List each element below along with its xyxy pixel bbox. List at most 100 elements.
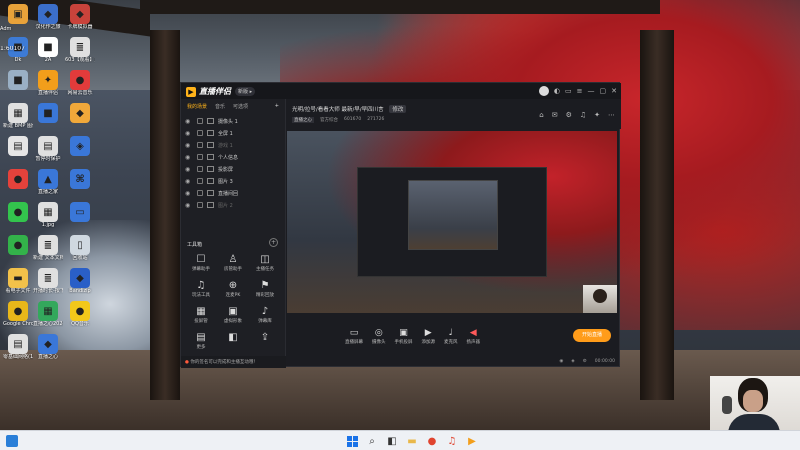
- desktop-icon[interactable]: ◆ 直播之心: [33, 334, 63, 360]
- visibility-eye-icon[interactable]: ◉: [185, 202, 193, 209]
- desktop-icon[interactable]: ◆ Bandizip: [65, 268, 95, 294]
- desktop-icon[interactable]: ▬ 看电子文件: [3, 268, 33, 294]
- start-live-button[interactable]: 开始直播: [573, 329, 611, 342]
- desktop-icon[interactable]: ◆ 汉化作之旅: [33, 4, 63, 30]
- desktop-icon[interactable]: ▦直播之心2024价格表.xls: [33, 301, 63, 327]
- lock-checkbox[interactable]: [197, 130, 203, 136]
- source-button[interactable]: ▭ 直播屏幕: [345, 328, 363, 345]
- desktop-icon[interactable]: ◆: [65, 103, 95, 123]
- lock-checkbox[interactable]: [197, 178, 203, 184]
- minimize-panel-icon[interactable]: ▭: [565, 87, 572, 95]
- stream-preview[interactable]: [287, 131, 617, 313]
- live-companion-window[interactable]: ▶ 直播伴侣 新版 ▸ ◐ ▭ ≡ — ▢ ✕ 我的场景 音乐 可选项 + ◉ 摄…: [180, 82, 621, 368]
- lock-checkbox[interactable]: [197, 118, 203, 124]
- message-icon[interactable]: ✉: [552, 111, 558, 119]
- room-edit-button[interactable]: 修改: [389, 105, 407, 113]
- lock-checkbox[interactable]: [197, 166, 203, 172]
- source-button[interactable]: ◎ 摄像头: [372, 328, 386, 345]
- preview-camera-source[interactable]: [583, 285, 617, 313]
- toolbox-item[interactable]: ▣ 虚拟形象: [217, 306, 249, 324]
- desktop-icon[interactable]: ● 网易云音乐: [65, 70, 95, 96]
- source-button[interactable]: ▣ 手机投屏: [395, 328, 413, 345]
- tab-options[interactable]: 可选项: [233, 103, 248, 110]
- toolbox-add-button[interactable]: +: [269, 238, 278, 247]
- minimize-icon[interactable]: —: [588, 87, 595, 95]
- taskview-icon[interactable]: ◧: [385, 434, 399, 448]
- visibility-eye-icon[interactable]: ◉: [185, 130, 193, 137]
- close-icon[interactable]: ✕: [611, 87, 617, 95]
- desktop-icon[interactable]: ◈: [65, 136, 95, 156]
- toolbox-item[interactable]: ◫ 主播任务: [249, 254, 281, 272]
- toolbox-item[interactable]: ⚑ 精彩回放: [249, 280, 281, 298]
- version-badge[interactable]: 新版 ▸: [235, 87, 256, 96]
- desktop-icon[interactable]: ●: [3, 202, 33, 222]
- desktop-icon[interactable]: ✦ 直播伴侣: [33, 70, 63, 96]
- scene-item[interactable]: ◉ 图片 2: [185, 199, 281, 211]
- home-icon[interactable]: ⌂: [539, 111, 543, 119]
- record-icon[interactable]: ◉: [559, 359, 563, 364]
- desktop-icon[interactable]: ▤零基础网络(1).docx: [3, 334, 33, 360]
- desktop-icon[interactable]: ● QQ音乐: [65, 301, 95, 327]
- toolbox-item[interactable]: ◧: [217, 332, 249, 350]
- scene-item[interactable]: ◉ 游戏 1: [185, 139, 281, 151]
- explorer-icon[interactable]: ▬: [405, 434, 419, 448]
- source-button[interactable]: ◀ 扬声器: [467, 328, 481, 345]
- lock-checkbox[interactable]: [197, 202, 203, 208]
- desktop-icon[interactable]: ▣: [3, 4, 33, 24]
- desktop-icon[interactable]: ■: [3, 70, 33, 90]
- desktop-icon[interactable]: ▤ 暂停时保护: [33, 136, 63, 162]
- skin-icon[interactable]: ◐: [554, 87, 560, 95]
- desktop-icon[interactable]: ▭: [65, 202, 95, 222]
- widgets-icon[interactable]: [6, 435, 18, 447]
- toolbox-item[interactable]: ⊕ 连麦PK: [217, 280, 249, 298]
- lock-checkbox[interactable]: [197, 154, 203, 160]
- visibility-eye-icon[interactable]: ◉: [185, 154, 193, 161]
- toolbox-item[interactable]: ♫ 玩法工具: [185, 280, 217, 298]
- tab-music[interactable]: 音乐: [215, 103, 225, 110]
- desktop-icon[interactable]: ▦ 1.jpg: [33, 202, 63, 228]
- desktop-icon[interactable]: ●: [3, 169, 33, 189]
- start-button[interactable]: [345, 434, 359, 448]
- chrome-icon[interactable]: ●: [425, 434, 439, 448]
- add-scene-button[interactable]: +: [275, 103, 279, 109]
- more-icon[interactable]: ⋯: [608, 111, 615, 119]
- desktop-icon[interactable]: ●: [3, 235, 33, 255]
- menu-icon[interactable]: ≡: [577, 87, 583, 95]
- visibility-eye-icon[interactable]: ◉: [185, 166, 193, 173]
- scene-item[interactable]: ◉ 投影屏: [185, 163, 281, 175]
- scene-item[interactable]: ◉ 全屏 1: [185, 127, 281, 139]
- desktop-icon[interactable]: ■: [33, 103, 63, 123]
- music-icon[interactable]: ♫: [580, 111, 586, 119]
- screen-icon[interactable]: ◈: [571, 359, 574, 364]
- desktop-icon[interactable]: ▤: [3, 136, 33, 156]
- search-icon[interactable]: ⌕: [365, 434, 379, 448]
- desktop-icon[interactable]: ▦新建 BMP 图像.bmp: [3, 103, 33, 129]
- desktop-icon[interactable]: ●Google Chrome: [3, 301, 33, 327]
- desktop-icon[interactable]: ≣新建 文本文档.txt: [33, 235, 63, 261]
- lock-checkbox[interactable]: [197, 142, 203, 148]
- scene-item[interactable]: ◉ 图片 3: [185, 175, 281, 187]
- toolbox-item[interactable]: ♙ 房管助手: [217, 254, 249, 272]
- desktop-icon[interactable]: ≣开播时长-按下-请按播: [33, 268, 63, 294]
- desktop-icon[interactable]: ⌘: [65, 169, 95, 189]
- source-button[interactable]: ▶ 添加源: [422, 328, 436, 345]
- desktop-icon[interactable]: ▯ 回收站: [65, 235, 95, 261]
- status-settings-icon[interactable]: ⚙: [583, 359, 587, 364]
- source-button[interactable]: ♩ 麦克风: [444, 328, 458, 345]
- toolbox-item[interactable]: ☐ 弹幕助手: [185, 254, 217, 272]
- toolbox-item[interactable]: ▦ 投屏管: [185, 306, 217, 324]
- desktop-icon[interactable]: ◆ 卡牌模拟器: [65, 4, 95, 30]
- settings-icon[interactable]: ⚙: [566, 111, 572, 119]
- app-titlebar[interactable]: ▶ 直播伴侣 新版 ▸ ◐ ▭ ≡ — ▢ ✕: [181, 83, 621, 99]
- toolbox-item[interactable]: ⇪: [249, 332, 281, 350]
- live-companion-taskbar-icon[interactable]: ▶: [465, 434, 479, 448]
- desktop-icon[interactable]: ▲ 直播之家: [33, 169, 63, 195]
- music-app-icon[interactable]: ♫: [445, 434, 459, 448]
- effects-icon[interactable]: ✦: [594, 111, 600, 119]
- scene-item[interactable]: ◉ 摄像头 1: [185, 115, 281, 127]
- toolbox-item[interactable]: ♪ 弹幕库: [249, 306, 281, 324]
- scene-item[interactable]: ◉ 直播间回: [185, 187, 281, 199]
- visibility-eye-icon[interactable]: ◉: [185, 190, 193, 197]
- visibility-eye-icon[interactable]: ◉: [185, 142, 193, 149]
- room-tag[interactable]: 直播之心: [292, 117, 314, 123]
